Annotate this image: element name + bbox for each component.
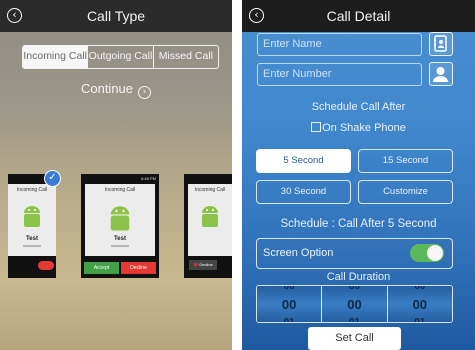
- caller-name: Test: [26, 236, 38, 242]
- preview-decline-button: ☎ Decline: [189, 260, 217, 270]
- wheel-prev-value: 00: [283, 285, 295, 292]
- page-title: Call Type: [86, 8, 146, 24]
- decline-label: Decline: [199, 262, 213, 267]
- caller-name: Test: [114, 236, 126, 242]
- preview-accept-button: Accept: [84, 262, 119, 274]
- screen-option-label: Screen Option: [263, 247, 334, 259]
- schedule-call-label: Schedule Call After: [311, 101, 406, 113]
- duration-hours-wheel[interactable]: 00 00 01: [257, 285, 323, 323]
- tab-missed-call[interactable]: Missed Call: [154, 46, 218, 68]
- wheel-value: 00: [281, 297, 297, 312]
- duration-seconds-wheel[interactable]: 00 00 01: [387, 285, 452, 323]
- option-customize[interactable]: Customize: [358, 180, 453, 204]
- android-icon: [21, 204, 43, 235]
- call-duration-label: Call Duration: [326, 271, 391, 283]
- preview-clock: 6:48 PM: [141, 176, 156, 181]
- call-detail-screen: ‹ Call Detail Enter Name Enter Number Sc…: [242, 0, 475, 350]
- wheel-next-value: 01: [283, 317, 295, 323]
- continue-button[interactable]: Continue ›: [0, 81, 232, 99]
- toggle-knob: [427, 245, 443, 261]
- call-screen-preview-1[interactable]: Incoming Call Test xxxxxxxxx: [8, 174, 56, 278]
- option-5-second[interactable]: 5 Second: [256, 149, 351, 173]
- preview-header: Incoming Call: [194, 187, 226, 193]
- wheel-next-value: 01: [348, 317, 361, 323]
- top-bar: ‹ Call Type: [0, 0, 232, 32]
- tab-outgoing-call[interactable]: Outgoing Call: [88, 46, 154, 68]
- shake-label: On Shake Phone: [322, 122, 406, 134]
- duration-minutes-wheel[interactable]: 00 00 01: [322, 285, 388, 323]
- set-call-button[interactable]: Set Call: [308, 327, 401, 350]
- call-duration-picker: 00 00 01 00 00 01 00 00 01: [256, 285, 453, 323]
- call-screen-preview-3[interactable]: Incoming Call ☎ Decline: [184, 174, 232, 278]
- call-type-tabs: Incoming Call Outgoing Call Missed Call: [22, 45, 219, 69]
- screen-option-row: Screen Option: [256, 238, 453, 269]
- schedule-status: Schedule : Call After 5 Second: [280, 218, 437, 230]
- chevron-right-icon: ›: [138, 86, 152, 99]
- caller-number: xxxxxxxxx: [23, 243, 41, 248]
- screen-option-toggle[interactable]: [410, 244, 444, 262]
- option-30-second[interactable]: 30 Second: [256, 180, 351, 204]
- user-icon[interactable]: [429, 62, 453, 86]
- android-icon: [107, 204, 133, 239]
- tab-incoming-call[interactable]: Incoming Call: [23, 46, 89, 68]
- page-title: Call Detail: [326, 8, 391, 24]
- preview-header: Incoming Call: [104, 187, 136, 193]
- phone-icon: ☎: [193, 262, 199, 267]
- continue-label: Continue: [80, 81, 134, 96]
- wheel-value: 00: [347, 297, 362, 312]
- call-type-screen: ‹ Call Type Incoming Call Outgoing Call …: [0, 0, 232, 350]
- number-field[interactable]: Enter Number: [257, 63, 422, 86]
- option-15-second[interactable]: 15 Second: [358, 149, 453, 173]
- wheel-prev-value: 00: [414, 285, 426, 292]
- shake-phone-option[interactable]: On Shake Phone: [242, 122, 475, 134]
- android-icon: [199, 204, 221, 235]
- shake-checkbox[interactable]: [311, 122, 322, 132]
- wheel-next-value: 01: [414, 317, 426, 323]
- preview-decline-button: Decline: [121, 262, 156, 274]
- name-field[interactable]: Enter Name: [257, 33, 422, 56]
- wheel-value: 00: [412, 297, 428, 312]
- top-bar: ‹ Call Detail: [242, 0, 475, 32]
- decline-slider-icon: [38, 261, 54, 270]
- caller-number: xxxxxxxxx: [111, 243, 129, 248]
- call-screen-preview-2[interactable]: 6:48 PM Incoming Call Test xxxxxxxxx Acc…: [81, 174, 159, 278]
- contacts-icon[interactable]: [429, 32, 453, 56]
- wheel-prev-value: 00: [348, 285, 361, 292]
- selected-check-icon: ✓: [44, 170, 61, 187]
